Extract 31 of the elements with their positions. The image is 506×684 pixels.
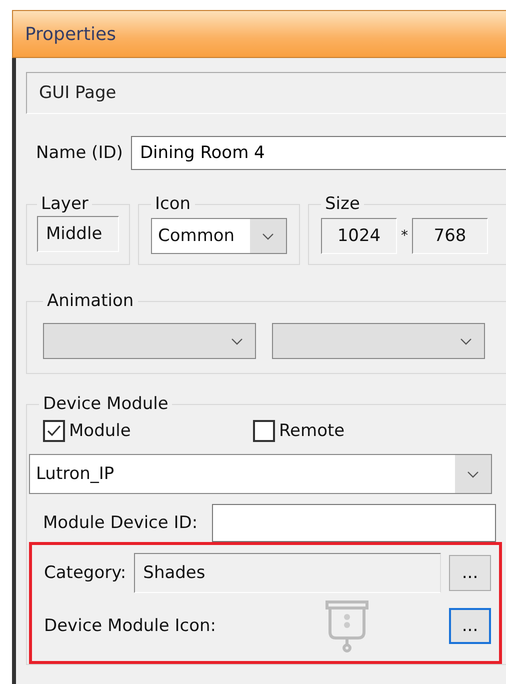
category-label: Category: xyxy=(44,563,126,583)
times-sign: * xyxy=(401,228,408,244)
module-dropdown[interactable]: Lutron_IP xyxy=(29,454,492,494)
category-field: Shades xyxy=(134,553,441,593)
name-label: Name (ID) xyxy=(36,143,123,163)
group-title: Icon xyxy=(154,194,192,214)
width-field: 1024 xyxy=(321,218,397,254)
chevron-icon xyxy=(262,232,274,240)
checkbox[interactable] xyxy=(253,420,275,442)
checkbox-label: Remote xyxy=(279,421,345,441)
device-id-field[interactable] xyxy=(212,504,496,542)
group-title: Layer xyxy=(40,194,90,214)
checkbox-label: Module xyxy=(69,421,131,441)
group-title: Animation xyxy=(46,291,135,311)
chevron-icon xyxy=(467,470,479,478)
icon-dropdown[interactable]: Common xyxy=(151,218,287,254)
checkbox[interactable] xyxy=(43,420,65,442)
name-field[interactable]: Dining Room 4 xyxy=(130,136,506,170)
window-title: Properties xyxy=(25,24,116,44)
device-id-label: Module Device ID: xyxy=(43,513,198,533)
browse-button[interactable]: ... xyxy=(449,608,491,644)
window-shade-icon xyxy=(324,599,370,653)
module-icon-label: Device Module Icon: xyxy=(44,616,218,636)
layer-field: Middle xyxy=(37,216,119,252)
height-field: 768 xyxy=(412,218,488,254)
group-title: Size xyxy=(324,194,361,214)
group-title: Device Module xyxy=(42,394,170,414)
browse-button[interactable]: ... xyxy=(449,555,491,591)
chevron-icon xyxy=(231,338,243,344)
object-type-field: GUI Page xyxy=(26,72,506,114)
chevron-icon xyxy=(460,338,472,344)
